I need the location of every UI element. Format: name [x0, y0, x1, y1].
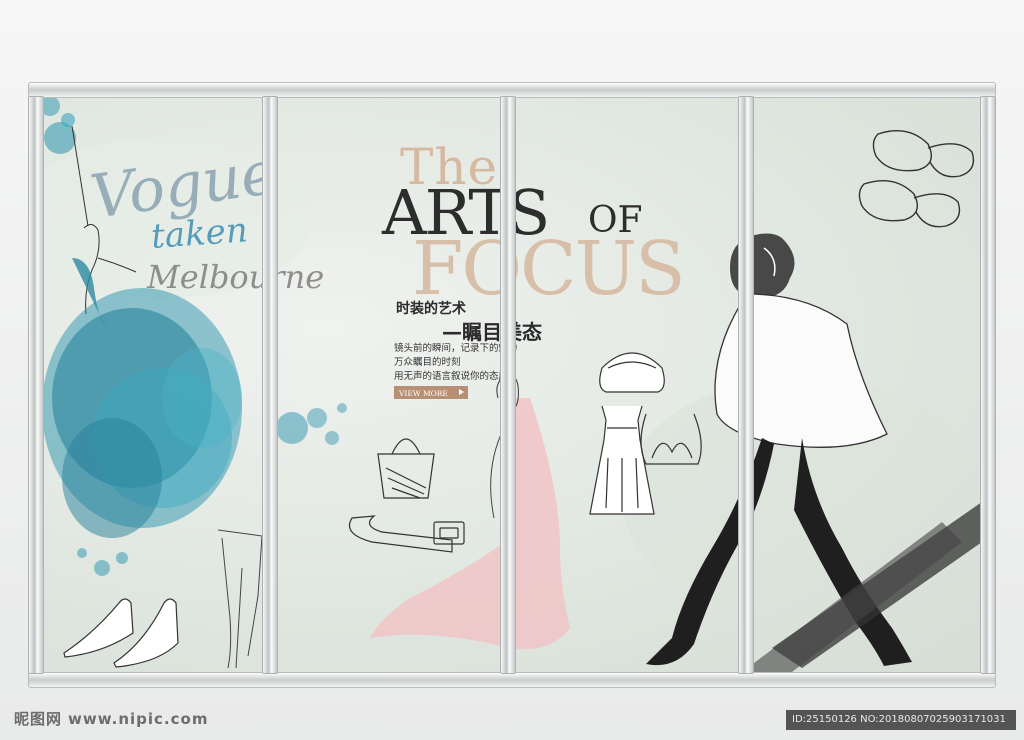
body-line: 万众瞩目的时刻 [394, 357, 461, 368]
frame-bottom-rail [28, 672, 996, 688]
sunglasses-sketch [858, 130, 975, 228]
frame-post-divider [738, 96, 754, 674]
screenshot-stage: Vogue taken Melbourne The ARTS OF FOCUS … [0, 0, 1024, 740]
nipic-logo: 昵图网 www.nipic.com [14, 708, 208, 729]
logo-text: 昵图网 [14, 710, 63, 728]
view-more-button[interactable]: VIEW MORE [394, 386, 468, 399]
arrow-right-icon [459, 389, 464, 395]
body-line: 用无声的语言叙说你的态度 [394, 371, 509, 382]
frame-post-divider [500, 96, 516, 674]
frame-post-right [980, 96, 996, 674]
image-id-badge: ID:25150126 NO:20180807025903171031 [786, 710, 1016, 730]
pink-gown-figure [370, 374, 570, 650]
pants-sketch [217, 529, 263, 669]
handbag-sketch [377, 438, 435, 499]
belt-sketch [348, 515, 465, 553]
svg-text:taken: taken [150, 210, 249, 257]
view-more-label: VIEW MORE [399, 389, 448, 398]
frame-post-left [28, 96, 44, 674]
svg-text:Melbourne: Melbourne [146, 258, 324, 296]
logo-url: www.nipic.com [68, 710, 209, 728]
heels-sketch [63, 598, 179, 668]
frame-post-divider [262, 96, 278, 674]
subtitle-fashion-art: 时装的艺术 [396, 301, 466, 317]
body-copy: 镜头前的瞬间，记录下的魅力 万众瞩目的时刻 用无声的语言叙说你的态度 [394, 342, 518, 384]
clutch-sketch [599, 352, 665, 393]
body-line: 镜头前的瞬间，记录下的魅力 [394, 343, 518, 354]
subtitle-beauty: —瞩目美态 [442, 320, 542, 344]
